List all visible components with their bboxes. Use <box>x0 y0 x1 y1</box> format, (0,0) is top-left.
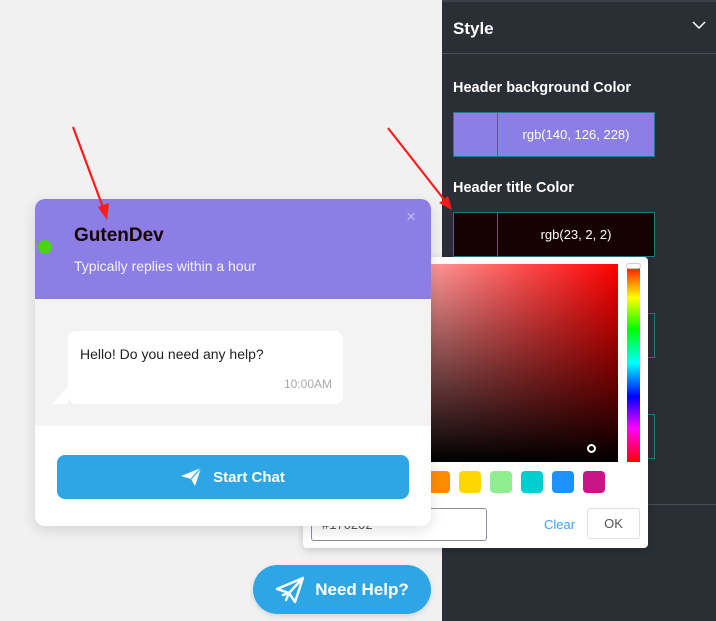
message-text: Hello! Do you need any help? <box>80 346 264 362</box>
style-section-header[interactable]: Style <box>442 2 716 54</box>
chat-widget: GutenDev Typically replies within a hour… <box>35 199 431 526</box>
preset-color-swatch[interactable] <box>583 471 605 493</box>
header-title-color-swatch[interactable] <box>454 213 498 256</box>
chat-title: GutenDev <box>74 225 164 246</box>
clear-button[interactable]: Clear <box>544 517 575 532</box>
chat-body: Hello! Do you need any help? 10:00AM <box>35 299 431 426</box>
ok-button[interactable]: OK <box>587 508 640 539</box>
preset-color-swatch[interactable] <box>428 471 450 493</box>
preset-color-swatch[interactable] <box>521 471 543 493</box>
preset-color-swatch[interactable] <box>552 471 574 493</box>
start-chat-label: Start Chat <box>213 468 285 486</box>
online-status-indicator <box>38 240 52 254</box>
header-title-color-label: Header title Color <box>453 180 574 196</box>
paper-plane-icon <box>276 576 305 603</box>
header-bg-color-field[interactable]: rgb(140, 126, 228) <box>453 112 655 157</box>
start-chat-button[interactable]: Start Chat <box>57 455 409 499</box>
need-help-button[interactable]: Need Help? <box>253 565 431 614</box>
chat-subtitle: Typically replies within a hour <box>74 258 257 274</box>
header-bg-color-swatch[interactable] <box>454 113 498 156</box>
message-time: 10:00AM <box>283 377 332 391</box>
chat-header: GutenDev Typically replies within a hour… <box>35 199 431 299</box>
hue-slider[interactable] <box>627 264 640 462</box>
header-bg-color-label: Header background Color <box>453 80 632 96</box>
send-icon <box>181 468 202 486</box>
header-bg-color-value: rgb(140, 126, 228) <box>498 113 654 156</box>
preset-color-swatch[interactable] <box>459 471 481 493</box>
need-help-label: Need Help? <box>315 579 409 599</box>
bubble-tail <box>52 387 68 404</box>
close-icon[interactable]: × <box>406 208 416 225</box>
chat-footer: Start Chat <box>35 426 431 526</box>
header-title-color-field[interactable]: rgb(23, 2, 2) <box>453 212 655 257</box>
preset-color-swatch[interactable] <box>490 471 512 493</box>
message-bubble: Hello! Do you need any help? 10:00AM <box>68 331 343 404</box>
hue-slider-handle[interactable] <box>626 263 641 269</box>
header-title-color-value: rgb(23, 2, 2) <box>498 213 654 256</box>
style-section-title: Style <box>453 19 494 38</box>
saturation-cursor[interactable] <box>587 444 596 453</box>
chevron-down-icon[interactable] <box>692 18 706 32</box>
